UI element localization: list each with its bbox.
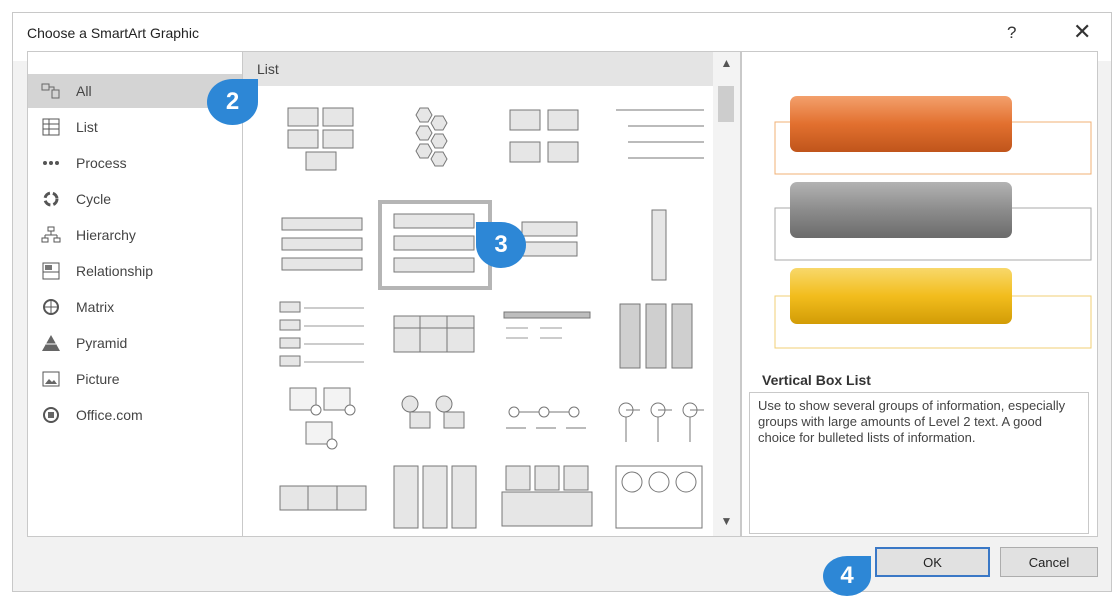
- process-icon: [40, 153, 62, 173]
- category-item-pyramid[interactable]: Pyramid: [28, 326, 242, 360]
- category-item-relationship[interactable]: Relationship: [28, 254, 242, 288]
- preview-bar-3: [790, 268, 1012, 324]
- layout-thumbnail-basic-block-list[interactable]: [268, 96, 378, 182]
- layout-thumbnail-picture-caption-list[interactable]: [380, 382, 490, 468]
- layout-thumbnail-pin-list[interactable]: [604, 382, 714, 468]
- hierarchy-icon: [40, 225, 62, 245]
- layout-thumbnail-lined-list[interactable]: [604, 96, 714, 182]
- layout-thumbnail-grouped-list[interactable]: [492, 462, 602, 548]
- picture-icon: [40, 369, 62, 389]
- category-item-office[interactable]: Office.com: [28, 398, 242, 432]
- dialog-title: Choose a SmartArt Graphic: [27, 25, 199, 41]
- category-label: All: [76, 83, 92, 99]
- category-label: Relationship: [76, 263, 154, 279]
- gallery-header-label: List: [257, 61, 279, 77]
- category-item-list[interactable]: List: [28, 110, 242, 144]
- layout-thumbnail-vertical-chevron-list[interactable]: [604, 202, 714, 288]
- layout-thumbnail-table-list[interactable]: [380, 294, 490, 380]
- category-label: Cycle: [76, 191, 112, 207]
- layout-thumbnail-vertical-bullet-list[interactable]: [380, 462, 490, 548]
- ok-button[interactable]: OK: [875, 547, 990, 577]
- category-item-process[interactable]: Process: [28, 146, 242, 180]
- category-item-picture[interactable]: Picture: [28, 362, 242, 396]
- close-button[interactable]: ✕: [1073, 19, 1091, 45]
- preview-description: Use to show several groups of informatio…: [749, 392, 1089, 534]
- category-item-hierarchy[interactable]: Hierarchy: [28, 218, 242, 252]
- layout-thumbnail-rounded-picture-list[interactable]: [604, 462, 714, 548]
- layout-thumbnail-stacked-list[interactable]: [492, 96, 602, 182]
- category-label: Hierarchy: [76, 227, 136, 243]
- callout-badge-3: 3: [476, 222, 526, 268]
- category-item-matrix[interactable]: Matrix: [28, 290, 242, 324]
- category-label: Picture: [76, 371, 120, 387]
- scroll-up-button[interactable]: ▲: [713, 56, 740, 74]
- layout-thumbnail-trapezoid-list[interactable]: [492, 294, 602, 380]
- category-label: Matrix: [76, 299, 115, 315]
- callout-badge-4: 4: [823, 556, 871, 596]
- callout-badge-2: 2: [207, 79, 258, 125]
- category-label: List: [76, 119, 98, 135]
- list-icon: [40, 117, 62, 137]
- preview-layout-name: Vertical Box List: [762, 372, 871, 388]
- layout-thumbnail-tab-list[interactable]: [268, 294, 378, 380]
- pyramid-icon: [40, 333, 62, 353]
- preview-panel: Vertical Box List Use to show several gr…: [741, 51, 1098, 537]
- category-label: Office.com: [76, 407, 143, 423]
- help-button[interactable]: ?: [1007, 23, 1016, 43]
- cancel-button[interactable]: Cancel: [1000, 547, 1098, 577]
- preview-bar-1: [790, 96, 1012, 152]
- scroll-down-button[interactable]: ▼: [713, 514, 740, 532]
- scroll-thumb[interactable]: [718, 86, 734, 122]
- layout-thumbnail-horizontal-box-list[interactable]: [268, 462, 378, 548]
- layout-thumbnail-descending-block-list[interactable]: [604, 294, 714, 380]
- gallery-header: List: [243, 52, 713, 86]
- category-label: Process: [76, 155, 127, 171]
- preview-bar-2: [790, 182, 1012, 238]
- layout-thumbnail-hexagon-list[interactable]: [380, 96, 490, 182]
- layout-thumbnail-circle-process-list[interactable]: [492, 382, 602, 468]
- category-label: Pyramid: [76, 335, 128, 351]
- cycle-icon: [40, 189, 62, 209]
- all-icon: [40, 81, 62, 101]
- category-list: All List Process Cycle Hierarchy Relatio…: [27, 51, 243, 537]
- layout-thumbnail-picture-list[interactable]: [268, 382, 378, 468]
- preview-graphic: [774, 96, 1092, 349]
- category-item-cycle[interactable]: Cycle: [28, 182, 242, 216]
- matrix-icon: [40, 297, 62, 317]
- layout-thumbnail-vertical-box-list[interactable]: [378, 200, 492, 290]
- layout-thumbnail-basic-list[interactable]: [268, 202, 378, 288]
- gallery-scrollbar[interactable]: ▲ ▼: [713, 52, 740, 536]
- office-icon: [40, 405, 62, 425]
- layout-gallery: List ▲ ▼: [243, 51, 741, 537]
- relationship-icon: [40, 261, 62, 281]
